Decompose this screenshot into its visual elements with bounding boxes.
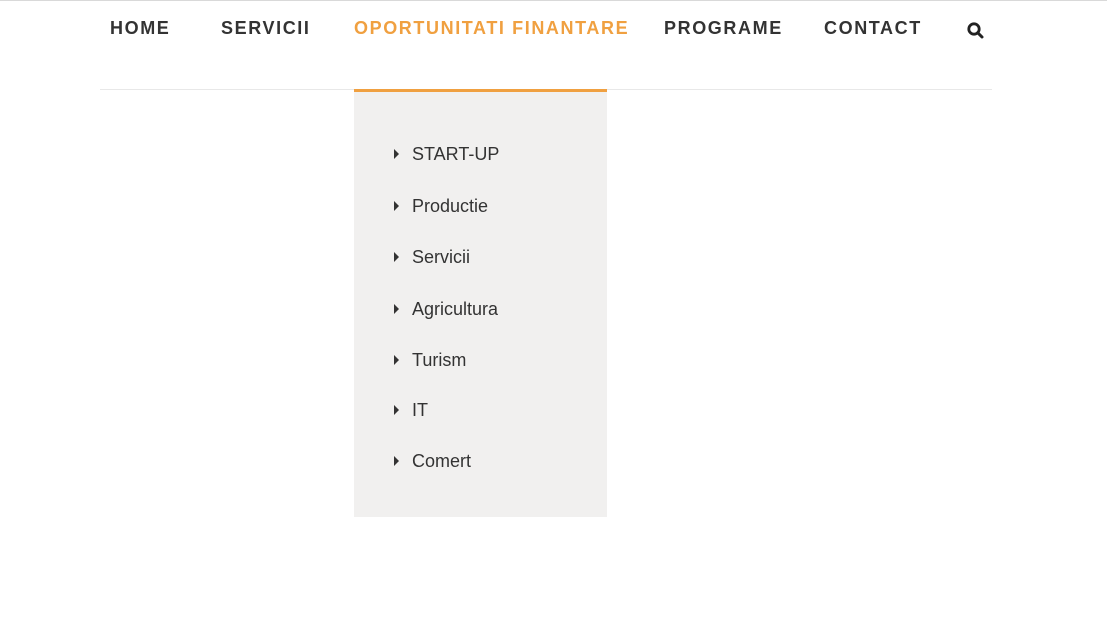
dropdown-menu-oportunitati-finantare: START-UP Productie Servicii Agricultura …	[354, 89, 607, 517]
dropdown-item-start-up[interactable]: START-UP	[394, 142, 499, 166]
dropdown-item-label: Turism	[412, 350, 467, 370]
dropdown-item-label: Agricultura	[412, 299, 499, 319]
dropdown-item-label: START-UP	[412, 144, 500, 164]
nav-item-programe[interactable]: PROGRAME	[664, 17, 783, 39]
dropdown-item-agricultura[interactable]: Agricultura	[394, 297, 498, 321]
dropdown-item-label: Comert	[412, 451, 472, 471]
caret-right-icon	[394, 149, 399, 159]
dropdown-item-servicii[interactable]: Servicii	[394, 245, 470, 269]
caret-right-icon	[394, 456, 399, 466]
caret-right-icon	[394, 355, 399, 365]
dropdown-item-comert[interactable]: Comert	[394, 449, 471, 473]
dropdown-item-label: Servicii	[412, 247, 471, 267]
nav-item-oportunitati-finantare[interactable]: OPORTUNITATI FINANTARE	[354, 17, 629, 39]
main-navigation: HOME SERVICII OPORTUNITATI FINANTARE PRO…	[0, 0, 1107, 60]
nav-item-contact[interactable]: CONTACT	[824, 17, 922, 39]
dropdown-item-turism[interactable]: Turism	[394, 348, 466, 372]
caret-right-icon	[394, 405, 399, 415]
search-icon	[967, 22, 984, 39]
caret-right-icon	[394, 304, 399, 314]
caret-right-icon	[394, 252, 399, 262]
nav-item-home[interactable]: HOME	[110, 17, 170, 39]
nav-item-servicii[interactable]: SERVICII	[221, 17, 311, 39]
dropdown-item-it[interactable]: IT	[394, 398, 428, 422]
caret-right-icon	[394, 201, 399, 211]
dropdown-item-label: Productie	[412, 196, 489, 216]
dropdown-item-label: IT	[412, 400, 428, 420]
search-button[interactable]	[963, 18, 987, 42]
dropdown-item-productie[interactable]: Productie	[394, 194, 488, 218]
